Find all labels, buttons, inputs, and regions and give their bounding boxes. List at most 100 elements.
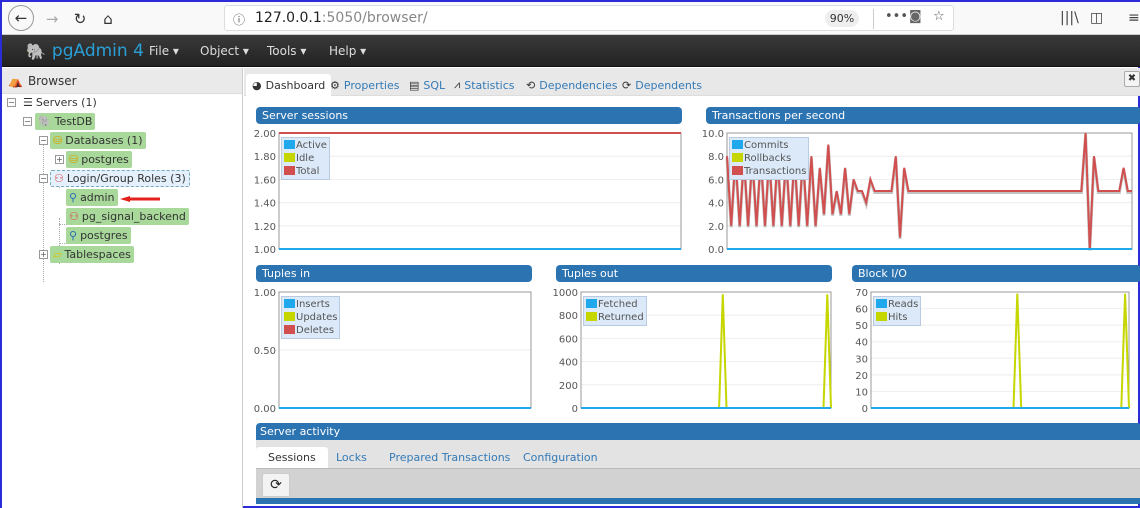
tree-node-postgres-role[interactable]: ⚲ postgres bbox=[66, 227, 131, 244]
refresh-button[interactable]: ⟳ bbox=[262, 473, 290, 497]
tree-node-login-roles[interactable]: ⚇ Login/Group Roles (3) bbox=[50, 170, 190, 187]
info-icon[interactable]: ⓘ bbox=[233, 11, 245, 28]
menu-help[interactable]: Help ▾ bbox=[329, 44, 366, 58]
menu-object[interactable]: Object ▾ bbox=[200, 44, 249, 58]
legend-item[interactable]: Rollbacks bbox=[732, 152, 806, 165]
tab-label: Properties bbox=[343, 78, 400, 92]
elephant-icon: 🐘 bbox=[38, 115, 52, 128]
chart-title: Block I/O bbox=[852, 265, 1140, 282]
elephant-logo-icon: 🐘 bbox=[26, 41, 46, 61]
y-tick-label: 0.00 bbox=[254, 404, 276, 414]
collapse-toggle[interactable]: − bbox=[23, 117, 32, 126]
library-icon[interactable]: |||\ bbox=[1060, 10, 1079, 26]
legend-item[interactable]: Idle bbox=[284, 152, 327, 165]
binoculars-icon: ⛺ bbox=[8, 73, 23, 88]
menu-file[interactable]: File ▾ bbox=[149, 44, 179, 58]
legend-item[interactable]: Fetched bbox=[586, 298, 644, 311]
y-tick-label: 10.0 bbox=[702, 129, 724, 140]
close-panel-button[interactable]: ✖ bbox=[1124, 71, 1140, 87]
expand-toggle[interactable]: + bbox=[55, 155, 64, 164]
chart-legend: Reads Hits bbox=[873, 296, 922, 326]
legend-item[interactable]: Total bbox=[284, 165, 327, 178]
collapse-toggle[interactable]: − bbox=[39, 174, 48, 183]
y-tick-label: 1.60 bbox=[254, 175, 276, 186]
tree-node-databases[interactable]: ⛁ Databases (1) bbox=[50, 132, 146, 149]
back-icon[interactable]: ← bbox=[8, 5, 34, 31]
activity-tab-configuration[interactable]: Configuration bbox=[511, 447, 610, 468]
more-icon[interactable]: ••• bbox=[885, 9, 908, 24]
tree-node-servers[interactable]: ☰ Servers (1) bbox=[20, 94, 100, 111]
user-icon: ⚲ bbox=[69, 229, 78, 242]
legend-label: Deletes bbox=[296, 325, 335, 336]
activity-tab-locks[interactable]: Locks bbox=[324, 447, 379, 468]
legend-swatch bbox=[732, 166, 743, 175]
legend-label: Returned bbox=[598, 312, 644, 323]
tab-dependencies[interactable]: ⟲ Dependencies bbox=[520, 74, 624, 96]
legend-item[interactable]: Returned bbox=[586, 311, 644, 324]
y-tick-label: 200 bbox=[559, 381, 578, 392]
legend-item[interactable]: Commits bbox=[732, 139, 806, 152]
tab-statistics[interactable]: ⩘ Statistics bbox=[448, 74, 521, 96]
legend-swatch bbox=[284, 140, 295, 149]
legend-item[interactable]: Updates bbox=[284, 311, 337, 324]
tab-sql[interactable]: ▤ SQL bbox=[403, 74, 451, 96]
tab-dashboard[interactable]: ◕ Dashboard bbox=[246, 74, 332, 96]
zoom-level[interactable]: 90% bbox=[825, 10, 859, 27]
legend-item[interactable]: Transactions bbox=[732, 165, 806, 178]
legend-swatch bbox=[284, 153, 295, 162]
legend-swatch bbox=[732, 140, 743, 149]
y-tick-label: 1.00 bbox=[254, 245, 276, 255]
brand-name: pgAdmin 4 bbox=[51, 41, 144, 61]
sidebar-icon[interactable]: ◫ bbox=[1090, 10, 1103, 26]
main-panel: ◕ Dashboard ⚙ Properties ▤ SQL ⩘ Statistics … bbox=[244, 68, 1140, 508]
properties-icon: ⚙ bbox=[330, 78, 340, 92]
tab-dependents[interactable]: ⟳ Dependents bbox=[616, 74, 708, 96]
tree-node-pg-signal-backend[interactable]: ⚇ pg_signal_backend bbox=[66, 208, 189, 225]
legend-label: Idle bbox=[296, 153, 315, 164]
brand[interactable]: 🐘 pgAdmin 4 bbox=[26, 41, 144, 61]
tablespace-icon: ▱ bbox=[53, 248, 62, 261]
legend-item[interactable]: Active bbox=[284, 139, 327, 152]
legend-swatch bbox=[284, 325, 295, 334]
tree-node-testdb[interactable]: 🐘 TestDB bbox=[35, 113, 96, 130]
y-tick-label: 800 bbox=[559, 311, 578, 322]
legend-item[interactable]: Inserts bbox=[284, 298, 337, 311]
bookmark-star-icon[interactable]: ☆ bbox=[933, 9, 945, 24]
tree-node-label: Tablespaces bbox=[64, 248, 131, 261]
tree-node-postgres-db[interactable]: ⛁ postgres bbox=[66, 151, 132, 168]
tree-line bbox=[43, 142, 44, 282]
legend-item[interactable]: Reads bbox=[876, 298, 918, 311]
home-icon[interactable]: ⌂ bbox=[96, 7, 120, 31]
chart-title: Tuples out bbox=[556, 265, 832, 282]
collapse-toggle[interactable]: − bbox=[39, 136, 48, 145]
menu-tools[interactable]: Tools ▾ bbox=[267, 44, 306, 58]
sessions-grid-header bbox=[256, 498, 1140, 504]
legend-swatch bbox=[586, 312, 597, 321]
forward-icon[interactable]: → bbox=[40, 7, 64, 31]
y-tick-label: 600 bbox=[559, 334, 578, 345]
tree-node-admin[interactable]: ⚲ admin bbox=[66, 189, 118, 206]
plot-frame bbox=[278, 132, 682, 250]
server-activity-panel: Server activity Sessions Locks Prepared … bbox=[256, 423, 1140, 508]
legend-swatch bbox=[284, 299, 295, 308]
y-tick-label: 1.00 bbox=[254, 288, 276, 299]
legend-item[interactable]: Deletes bbox=[284, 324, 337, 337]
activity-tab-sessions[interactable]: Sessions bbox=[256, 447, 328, 468]
collapse-toggle[interactable]: − bbox=[7, 98, 16, 107]
pocket-icon[interactable]: ◙ bbox=[909, 9, 922, 24]
activity-tab-prepared-transactions[interactable]: Prepared Transactions bbox=[377, 447, 522, 468]
sql-icon: ▤ bbox=[409, 78, 420, 92]
legend-swatch bbox=[284, 312, 295, 321]
hamburger-menu-icon[interactable]: ≡ bbox=[1128, 10, 1140, 26]
y-tick-label: 0 bbox=[862, 404, 868, 414]
url-bar[interactable]: ⓘ 127.0.0.1:5050/browser/ 90% ••• ◙ ☆ bbox=[224, 5, 954, 31]
activity-tabs: Sessions Locks Prepared Transactions Con… bbox=[256, 440, 1140, 468]
expand-toggle[interactable]: + bbox=[39, 250, 48, 259]
y-tick-label: 50 bbox=[855, 321, 868, 332]
tab-properties[interactable]: ⚙ Properties bbox=[324, 74, 405, 96]
tree-node-tablespaces[interactable]: ▱ Tablespaces bbox=[50, 246, 134, 263]
y-tick-label: 4.0 bbox=[708, 199, 724, 210]
reload-icon[interactable]: ↻ bbox=[68, 7, 92, 31]
legend-item[interactable]: Hits bbox=[876, 311, 918, 324]
y-tick-label: 1000 bbox=[553, 288, 578, 299]
